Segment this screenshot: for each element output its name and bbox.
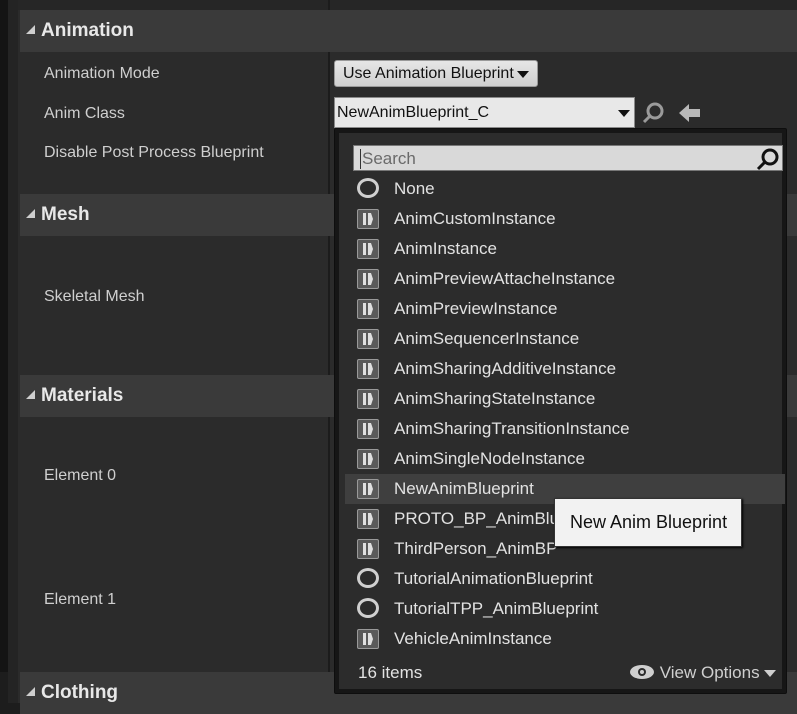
class-list-item-label: TutorialAnimationBlueprint — [394, 569, 593, 588]
class-list-item[interactable]: AnimSharingStateInstance — [339, 384, 792, 414]
prop-element-0: Element 0 — [44, 467, 117, 484]
tooltip-text: New Anim Blueprint — [570, 512, 728, 532]
class-list-item-label: PROTO_BP_AnimBlu — [394, 509, 560, 528]
class-list-item-label: AnimPreviewInstance — [394, 299, 558, 318]
item-count: 16 items — [358, 663, 423, 682]
none-circle-icon — [357, 568, 379, 588]
class-list-item[interactable]: AnimCustomInstance — [339, 204, 792, 234]
prop-animation-mode: Animation Mode — [44, 65, 160, 82]
class-list-item[interactable]: TutorialAnimationBlueprint — [339, 564, 792, 594]
category-label: Materials — [41, 385, 124, 406]
collapse-triangle-icon[interactable] — [26, 25, 35, 34]
class-list-item-label: AnimSharingAdditiveInstance — [394, 359, 617, 378]
animation-mode-value: Use Animation Blueprint — [343, 65, 514, 82]
class-list-item-label: ThirdPerson_AnimBP — [394, 539, 558, 558]
anim-blueprint-icon — [357, 299, 379, 319]
anim-blueprint-icon — [357, 329, 379, 349]
none-circle-icon — [357, 178, 379, 198]
details-top-row — [18, 0, 797, 10]
view-options-button[interactable]: View Options — [629, 663, 777, 683]
class-list-item[interactable]: VehicleAnimInstance — [339, 624, 792, 654]
chevron-down-icon — [517, 71, 529, 78]
prop-element-1: Element 1 — [44, 591, 117, 608]
panel-gutter — [8, 0, 18, 703]
class-list-item[interactable]: AnimSharingTransitionInstance — [339, 414, 792, 444]
anim-blueprint-icon — [357, 269, 379, 289]
anim-class-picker[interactable]: NewAnimBlueprint_C — [334, 97, 635, 128]
search-input[interactable]: Search — [353, 145, 783, 171]
search-placeholder: Search — [362, 149, 416, 168]
class-list-item-label: VehicleAnimInstance — [394, 629, 552, 648]
class-list-item-label: AnimSequencerInstance — [394, 329, 580, 348]
class-list-item-label: AnimSharingTransitionInstance — [394, 419, 630, 438]
class-list-item-label: AnimCustomInstance — [394, 209, 556, 228]
browse-search-icon[interactable] — [641, 100, 667, 126]
animation-mode-dropdown[interactable]: Use Animation Blueprint — [334, 60, 538, 87]
class-list-item-label: NewAnimBlueprint — [394, 479, 534, 498]
anim-blueprint-icon — [357, 449, 379, 469]
class-picker-dropdown: Search None AnimCustomInstance AnimInstanc… — [334, 128, 787, 694]
none-circle-icon — [357, 598, 379, 618]
chevron-down-icon — [618, 110, 630, 117]
class-list-item[interactable]: None — [339, 174, 792, 204]
category-animation[interactable]: Animation — [20, 10, 797, 52]
prop-disable-post-process: Disable Post Process Blueprint — [44, 144, 264, 161]
anim-blueprint-icon — [357, 239, 379, 259]
category-label: Mesh — [41, 204, 90, 225]
class-list-item[interactable]: TutorialTPP_AnimBlueprint — [339, 594, 792, 624]
anim-blueprint-icon — [357, 209, 379, 229]
anim-blueprint-icon — [357, 359, 379, 379]
class-list-item-label: AnimSharingStateInstance — [394, 389, 596, 408]
column-splitter[interactable] — [328, 0, 330, 703]
view-options-label: View Options — [659, 663, 760, 682]
class-list-item[interactable]: AnimInstance — [339, 234, 792, 264]
class-list-item-label: AnimSingleNodeInstance — [394, 449, 585, 468]
anim-blueprint-icon — [357, 539, 379, 559]
class-list-item[interactable]: AnimSingleNodeInstance — [339, 444, 792, 474]
category-label: Clothing — [41, 682, 119, 703]
item-tooltip: New Anim Blueprint — [554, 498, 742, 547]
class-list-item-label: AnimPreviewAttacheInstance — [394, 269, 616, 288]
chevron-down-icon — [764, 670, 777, 677]
class-list-item-label: TutorialTPP_AnimBlueprint — [394, 599, 599, 618]
anim-blueprint-icon — [357, 479, 379, 499]
prop-skeletal-mesh: Skeletal Mesh — [44, 288, 145, 305]
class-list-item[interactable]: AnimPreviewInstance — [339, 294, 792, 324]
prop-anim-class: Anim Class — [44, 105, 125, 122]
collapse-triangle-icon[interactable] — [26, 390, 35, 399]
collapse-triangle-icon[interactable] — [26, 209, 35, 218]
text-caret — [360, 149, 361, 169]
class-list-item[interactable]: AnimSharingAdditiveInstance — [339, 354, 792, 384]
anim-blueprint-icon — [357, 419, 379, 439]
class-list-item[interactable]: AnimPreviewAttacheInstance — [339, 264, 792, 294]
eye-icon — [630, 665, 654, 679]
collapse-triangle-icon[interactable] — [26, 687, 35, 696]
class-list: None AnimCustomInstance AnimInstance AnimPr… — [339, 174, 792, 654]
class-list-item-label: None — [394, 179, 435, 198]
anim-blueprint-icon — [357, 509, 379, 529]
class-list-item[interactable]: AnimSequencerInstance — [339, 324, 792, 354]
anim-blueprint-icon — [357, 389, 379, 409]
class-list-item-label: AnimInstance — [394, 239, 497, 258]
use-selected-arrow-icon[interactable] — [677, 100, 703, 126]
anim-blueprint-icon — [357, 629, 379, 649]
search-icon — [756, 148, 779, 171]
anim-class-value: NewAnimBlueprint_C — [337, 104, 490, 121]
category-label: Animation — [41, 20, 134, 41]
